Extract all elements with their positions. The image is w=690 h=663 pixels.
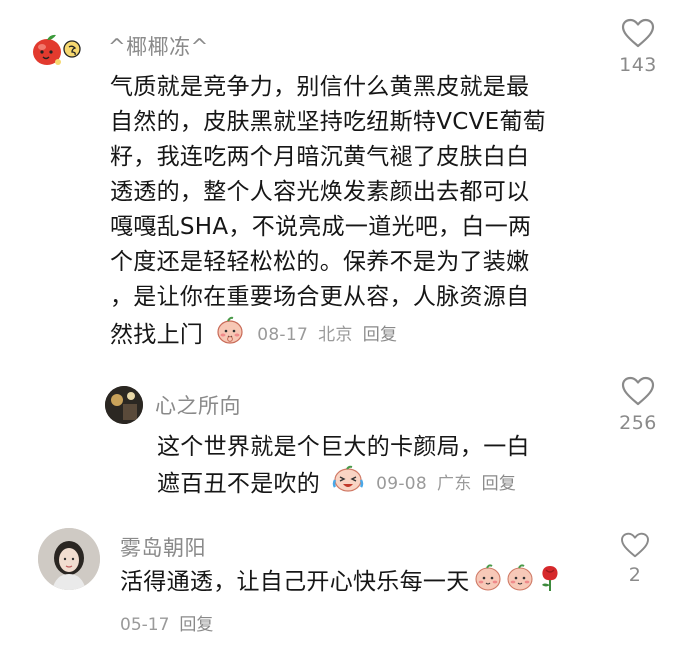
comment-location: 广东 bbox=[437, 474, 472, 494]
rose-icon bbox=[538, 562, 562, 603]
comment-line: 自然的，皮肤黑就坚持吃纽斯特VCVE葡萄 bbox=[110, 109, 547, 135]
comment-username[interactable]: ^椰椰冻^ bbox=[108, 31, 209, 61]
avatar[interactable] bbox=[38, 528, 100, 590]
comment-line: 嘎嘎乱SHA，不说亮成一道光吧，白一两 bbox=[110, 214, 532, 240]
comment-text: 气质就是竞争力，别信什么黄黑皮就是最 自然的，皮肤黑就坚持吃纽斯特VCVE葡萄 … bbox=[110, 70, 590, 356]
heart-outline-icon bbox=[621, 18, 655, 48]
like-count: 2 bbox=[628, 564, 642, 586]
comment-username[interactable]: 雾岛朝阳 bbox=[120, 532, 206, 562]
comment-line: 气质就是竞争力，别信什么黄黑皮就是最 bbox=[110, 74, 530, 100]
comment-date: 08-17 bbox=[257, 325, 309, 345]
peach-face-icon bbox=[474, 563, 502, 602]
reply-button[interactable]: 回复 bbox=[363, 325, 398, 345]
comment-line: 遮百丑不是吹的 bbox=[157, 471, 321, 497]
comment-date: 09-08 bbox=[376, 474, 428, 494]
comment-line: 这个世界就是个巨大的卡颜局，一白 bbox=[157, 434, 530, 460]
comment-text: 这个世界就是个巨大的卡颜局，一白 遮百丑不是吹的 09-08 广东 回复 bbox=[157, 430, 587, 504]
reply-button[interactable]: 回复 bbox=[179, 615, 213, 635]
comment-text: 活得通透，让自己开心快乐每一天 bbox=[120, 562, 590, 603]
avatar[interactable] bbox=[28, 32, 92, 68]
like-count: 143 bbox=[619, 54, 657, 76]
comment-location: 北京 bbox=[318, 325, 353, 345]
peach-face-icon bbox=[506, 563, 534, 602]
comment-line: 然找上门 bbox=[110, 322, 204, 348]
reply-button[interactable]: 回复 bbox=[482, 474, 517, 494]
comment-username[interactable]: 心之所向 bbox=[155, 390, 241, 420]
like-button[interactable]: 256 bbox=[608, 376, 668, 434]
comment-line: 籽，我连吃两个月暗沉黄气褪了皮肤白白 bbox=[110, 144, 530, 170]
heart-outline-icon bbox=[621, 532, 649, 558]
comment-date: 05-17 bbox=[120, 615, 170, 635]
avatar[interactable] bbox=[105, 386, 143, 424]
like-button[interactable]: 2 bbox=[605, 532, 665, 586]
laugh-cry-face-icon bbox=[332, 465, 364, 504]
comment-line: ，是让你在重要场合更从容，人脉资源自 bbox=[110, 284, 530, 310]
comment-line: 个度还是轻轻松松的。保养不是为了装嫩 bbox=[110, 249, 530, 275]
heart-outline-icon bbox=[621, 376, 655, 406]
like-button[interactable]: 143 bbox=[608, 18, 668, 76]
like-count: 256 bbox=[619, 412, 657, 434]
apple-avatar-icon bbox=[33, 34, 81, 65]
comment-line: 透透的，整个人容光焕发素颜出去都可以 bbox=[110, 179, 530, 205]
shy-face-icon bbox=[215, 315, 245, 356]
comment-line: 活得通透，让自己开心快乐每一天 bbox=[120, 569, 470, 595]
